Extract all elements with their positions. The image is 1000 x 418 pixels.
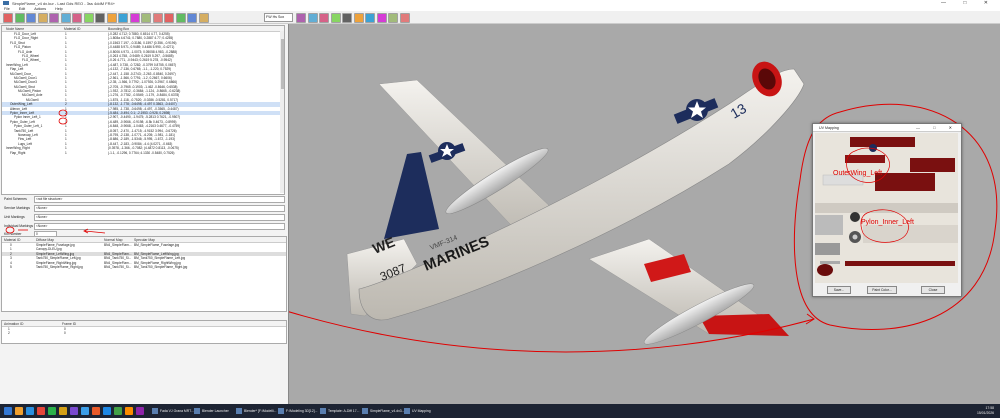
taskbar-app-icon[interactable] xyxy=(59,407,67,415)
taskbar-window[interactable]: Blender Launcher xyxy=(192,405,240,417)
taskbar-window[interactable]: F:\Modeling 3D[12]... xyxy=(276,405,324,417)
pylon-inner-label: Pylon_Inner_Left xyxy=(861,219,914,226)
taskbar-app-icon[interactable] xyxy=(48,407,56,415)
taskbar-window[interactable]: Template: A-Diff 17... xyxy=(318,405,366,417)
taskbar-app-icon[interactable] xyxy=(37,407,45,415)
taskbar-app-icon[interactable] xyxy=(4,407,12,415)
dialog-controls[interactable]: — □ ✕ xyxy=(916,125,958,130)
taskbar-app-icon[interactable] xyxy=(15,407,23,415)
taskbar: Fada VJ Grana MRT... Blender Launcher Blen… xyxy=(0,404,1000,418)
dialog-title-bar: UV Mapping — □ ✕ xyxy=(813,124,961,132)
taskbar-app-icon[interactable] xyxy=(26,407,34,415)
taskbar-window[interactable]: Blender* [F:\Modelli... xyxy=(234,405,282,417)
taskbar-window[interactable]: SimpleFlame_v4.dx3... xyxy=(360,405,408,417)
taskbar-app-icon[interactable] xyxy=(70,407,78,415)
save-button[interactable]: Save... xyxy=(827,286,851,294)
uv-mapping-dialog: UV Mapping — □ ✕ OuterWing_Left Pylon_In… xyxy=(812,123,962,297)
annotation-circle xyxy=(58,109,68,117)
dialog-title: UV Mapping xyxy=(819,125,839,130)
taskbar-app-icon[interactable] xyxy=(92,407,100,415)
taskbar-window[interactable]: Fada VJ Grana MRT... xyxy=(150,405,198,417)
system-clock[interactable]: 17:58 15/01/2026 xyxy=(977,406,994,415)
outer-wing-label: OuterWing_Left xyxy=(833,170,883,177)
taskbar-app-icon[interactable] xyxy=(103,407,111,415)
clock-date: 15/01/2026 xyxy=(977,410,994,415)
taskbar-app-icon[interactable] xyxy=(114,407,122,415)
taskbar-app-icon[interactable] xyxy=(136,407,144,415)
taskbar-window[interactable]: UV Mapping xyxy=(402,405,450,417)
annotation-circle xyxy=(58,117,68,125)
uv-texture-preview[interactable]: OuterWing_Left Pylon_Inner_Left xyxy=(815,133,958,283)
annotation-circle xyxy=(5,226,15,234)
close-button[interactable]: Close xyxy=(921,286,945,294)
taskbar-app-icon[interactable] xyxy=(81,407,89,415)
paint-color-button[interactable]: Paint Color... xyxy=(867,286,897,294)
taskbar-app-icon[interactable] xyxy=(125,407,133,415)
